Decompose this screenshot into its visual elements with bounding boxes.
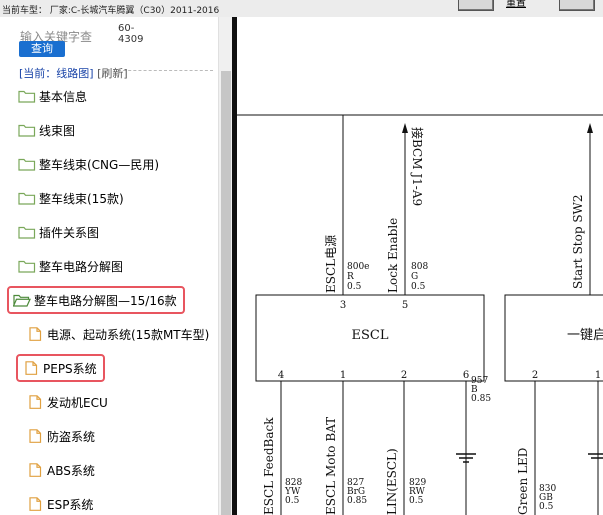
wire-code: 0.5	[285, 496, 300, 506]
tree-item-label: 整车电路分解图	[39, 259, 124, 274]
pin-number: 1	[340, 370, 346, 381]
pin-number: 4	[278, 370, 284, 381]
refresh-link[interactable]: [刷新]	[97, 67, 128, 80]
tree-sidebar: 60- 4309 查询 [当前：线路图] [刷新] 基本信息线束图整车线束(CN…	[0, 17, 232, 515]
file-icon	[26, 429, 44, 443]
tree-item[interactable]: 防盗系统	[26, 424, 95, 448]
tree-item[interactable]: 整车电路分解图—15/16款	[7, 286, 185, 314]
reset-link[interactable]: 重置	[506, 0, 526, 9]
file-icon	[26, 463, 44, 477]
toolbar-button[interactable]	[458, 0, 494, 11]
tree-item[interactable]: 插件关系图	[18, 220, 99, 244]
folder-icon	[18, 191, 36, 205]
tree-item-label: 整车电路分解图—15/16款	[34, 293, 177, 308]
tree-item[interactable]: ESP系统	[26, 492, 93, 515]
tree-item[interactable]: 整车线束(CNG—民用)	[18, 152, 159, 176]
escl-module-label: ESCL	[352, 328, 389, 343]
code-line: 60-	[118, 23, 135, 34]
pin-number: 2	[401, 370, 407, 381]
folder-icon	[18, 89, 36, 103]
tree-item-label: 整车线束(15款)	[39, 191, 124, 206]
tree-item-label: 基本信息	[39, 89, 88, 104]
current-vehicle-label: 当前车型： 厂家:C-长城汽车腾翼（C30）2011-2016	[2, 6, 220, 16]
pin-number: 1	[595, 370, 601, 381]
wire-code: R	[347, 272, 354, 282]
tree-item-label: PEPS系统	[43, 361, 97, 376]
folder-icon	[18, 157, 36, 171]
signal-name: Lock Enable	[386, 218, 400, 293]
arrow-icon	[587, 123, 593, 133]
tree-item-label: 发动机ECU	[47, 395, 108, 410]
top-toolbar: 当前车型： 厂家:C-长城汽车腾翼（C30）2011-2016 重置	[0, 0, 603, 17]
wire-code: 0.5	[409, 496, 424, 506]
tree-item[interactable]: 电源、起动系统(15款MT车型)	[26, 322, 209, 346]
wire-code: 800e	[347, 262, 370, 272]
tree-item-label: ABS系统	[47, 463, 95, 478]
tree-item-label: 整车线束(CNG—民用)	[39, 157, 160, 172]
wiring-diagram-canvas: ESCL 一键启 3 5 ESCL电源 Lock Enable 接BCM J1-A9 Star…	[237, 114, 603, 515]
code-line: 4309	[118, 34, 144, 45]
wire-code: 0.5	[539, 502, 554, 512]
signal-name: LIN(ESCL)	[385, 448, 399, 515]
tree-item[interactable]: ABS系统	[26, 458, 95, 482]
tree-item-label: 线束图	[39, 123, 76, 138]
folder-icon	[18, 225, 36, 239]
pin-number: 5	[402, 300, 408, 311]
tree-item-label: 防盗系统	[47, 429, 96, 444]
pin-number: 2	[532, 370, 538, 381]
tree-item-label: 电源、起动系统(15款MT车型)	[47, 327, 210, 342]
breadcrumb: [当前：线路图] [刷新]	[19, 65, 128, 81]
tree-item[interactable]: 整车电路分解图	[18, 254, 123, 278]
wire-code: G	[411, 272, 418, 282]
tree-item-label: 插件关系图	[39, 225, 100, 240]
peps-module-label: 一键启	[567, 328, 603, 343]
toolbar-button[interactable]	[559, 0, 595, 11]
search-button[interactable]: 查询	[19, 41, 65, 57]
signal-name: Start Stop SW2	[571, 194, 585, 289]
pin-number: 3	[340, 300, 346, 311]
signal-name: ESCL FeedBack	[262, 417, 276, 515]
file-icon	[26, 327, 44, 341]
wire-code: 0.85	[471, 394, 491, 404]
signal-name: ESCL电源	[324, 235, 338, 293]
file-icon	[26, 395, 44, 409]
tree-item[interactable]: PEPS系统	[16, 354, 105, 382]
wire-code: 0.5	[411, 282, 426, 292]
file-icon	[22, 361, 40, 375]
scrollbar[interactable]	[218, 17, 233, 515]
wire-code: 808	[411, 262, 428, 272]
tree-item[interactable]: 基本信息	[18, 84, 87, 108]
scroll-thumb[interactable]	[221, 71, 231, 515]
tree-item[interactable]: 线束图	[18, 118, 75, 142]
tree-item[interactable]: 发动机ECU	[26, 390, 108, 414]
folder-open-icon	[12, 293, 31, 307]
file-icon	[26, 497, 44, 511]
folder-icon	[18, 123, 36, 137]
signal-name: ESCL Moto BAT	[324, 417, 338, 515]
tree-item[interactable]: 整车线束(15款)	[18, 186, 124, 210]
signal-name: Green LED	[516, 448, 530, 515]
arrow-icon	[402, 123, 408, 133]
signal-name: 接BCM J1-A9	[410, 127, 425, 206]
wire-code: 0.85	[347, 496, 367, 506]
wire-code: 0.5	[347, 282, 362, 292]
folder-icon	[18, 259, 36, 273]
code-display: 60- 4309	[118, 23, 213, 71]
pin-number: 6	[463, 370, 469, 381]
breadcrumb-current: [当前：线路图]	[19, 67, 94, 80]
tree-item-label: ESP系统	[47, 497, 94, 512]
wiring-diagram: ESCL 一键启 3 5 ESCL电源 Lock Enable 接BCM J1-A9 Star…	[237, 17, 603, 515]
